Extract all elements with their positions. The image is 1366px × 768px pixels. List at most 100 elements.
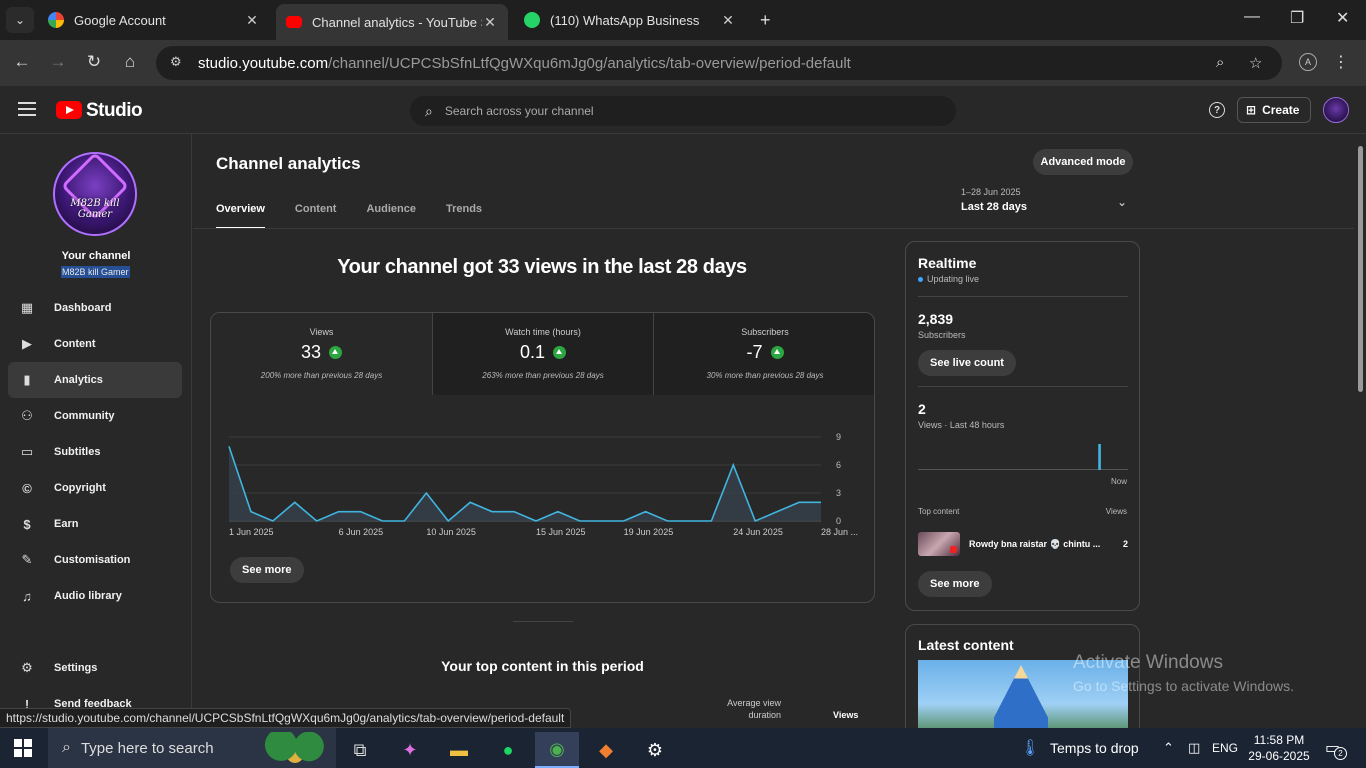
channel-name[interactable]: M82B kill Gamer <box>61 266 130 278</box>
x-tick-label: 15 Jun 2025 <box>536 527 586 537</box>
site-settings-icon[interactable]: ⚙ <box>170 54 188 72</box>
tab-channel-analytics[interactable]: Channel analytics - YouTube Studio ✕ <box>276 4 508 40</box>
channel-search[interactable]: ⌕ <box>410 96 956 126</box>
create-label: Create <box>1262 103 1300 117</box>
tab-overview[interactable]: Overview <box>216 203 265 229</box>
tab-content[interactable]: Content <box>295 203 337 229</box>
copyright-icon: © <box>22 480 32 496</box>
search-input[interactable] <box>444 104 925 118</box>
tab-google-account[interactable]: Google Account ✕ <box>38 4 270 36</box>
top-content-label: Top content <box>918 507 960 516</box>
your-channel-label: Your channel <box>61 250 131 262</box>
column-views[interactable]: Views <box>833 710 858 720</box>
metric-comparison: 200% more than previous 28 days <box>260 371 383 380</box>
search-icon: ⌕ <box>425 102 433 119</box>
video-views: 2 <box>1122 539 1128 549</box>
tab-search-menu-button[interactable]: ⌄ <box>6 7 34 33</box>
latest-content-title: Latest content <box>918 637 1014 653</box>
close-tab-icon[interactable]: ✕ <box>720 12 736 29</box>
y-tick-label: 3 <box>836 488 841 498</box>
home-icon[interactable]: ⌂ <box>119 52 141 72</box>
address-bar[interactable]: ⚙ studio.youtube.com/channel/UCPCSbSfnLt… <box>156 46 1282 80</box>
language-indicator[interactable]: ENG <box>1212 741 1238 755</box>
camera-icon[interactable]: ◫ <box>1188 740 1200 756</box>
new-tab-button[interactable]: + <box>760 10 771 31</box>
chrome-icon[interactable]: ◉ <box>535 732 579 768</box>
sidebar-item-audio-library[interactable]: ♫ Audio library <box>8 578 182 614</box>
sidebar-item-customisation[interactable]: ✎ Customisation <box>8 542 182 578</box>
restore-icon[interactable]: ❐ <box>1290 8 1304 28</box>
file-explorer-icon[interactable]: ▬ <box>437 732 481 768</box>
content-icon: ▶ <box>22 336 32 351</box>
minimize-icon[interactable]: — <box>1244 8 1260 26</box>
settings-gear-icon: ⚙ <box>21 660 33 675</box>
sidebar-item-settings[interactable]: ⚙ Settings <box>8 650 182 686</box>
windows-start-icon[interactable] <box>14 739 32 757</box>
close-window-icon[interactable]: ✕ <box>1336 8 1349 28</box>
zoom-icon[interactable]: ⌕ <box>1216 54 1224 71</box>
sidebar-item-copyright[interactable]: © Copyright <box>8 470 182 506</box>
sidebar-item-dashboard[interactable]: ▦ Dashboard <box>8 290 182 326</box>
metric-value: -7 <box>746 342 763 362</box>
realtime-see-more-button[interactable]: See more <box>918 571 992 597</box>
create-video-icon: ⊞ <box>1246 103 1257 117</box>
taskbar-search[interactable]: ⌕ Type here to search <box>48 728 336 768</box>
studio-logo-text[interactable]: Studio <box>86 100 143 122</box>
chevron-down-icon: ⌄ <box>1116 195 1127 209</box>
copilot-icon[interactable]: ✦ <box>388 732 432 768</box>
thermometer-icon[interactable]: 🌡 <box>1020 738 1040 758</box>
weather-text[interactable]: Temps to drop <box>1050 740 1139 756</box>
sidebar-item-community[interactable]: ⚇ Community <box>8 398 182 434</box>
help-icon[interactable]: ? <box>1209 102 1225 118</box>
see-more-button[interactable]: See more <box>230 557 304 583</box>
realtime-bars-svg <box>1098 444 1101 470</box>
back-icon[interactable]: ← <box>11 52 33 72</box>
activate-windows-watermark: Activate Windows Go to Settings to activ… <box>1073 652 1294 694</box>
system-clock[interactable]: 11:58 PM 29-06-2025 <box>1248 732 1310 764</box>
close-tab-icon[interactable]: ✕ <box>482 14 498 31</box>
hamburger-menu-icon[interactable] <box>18 102 36 120</box>
create-button[interactable]: ⊞ Create <box>1237 97 1311 123</box>
tab-trends[interactable]: Trends <box>446 203 482 229</box>
tab-whatsapp-business[interactable]: (110) WhatsApp Business ✕ <box>514 4 746 36</box>
close-tab-icon[interactable]: ✕ <box>244 12 260 29</box>
column-average-view-duration[interactable]: Average view duration <box>713 697 781 721</box>
browser-menu-icon[interactable]: ⋮ <box>1333 52 1349 72</box>
metric-watch-time[interactable]: Watch time (hours) 0.1 263% more than pr… <box>432 313 653 395</box>
top-content-row[interactable]: Rowdy bna raistar 💀 chintu ... 2 <box>918 532 1128 556</box>
bookmark-star-icon[interactable]: ☆ <box>1249 54 1262 72</box>
channel-avatar[interactable]: M82B kill Gamer <box>53 152 137 236</box>
sidebar-item-content[interactable]: ▶ Content <box>8 326 182 362</box>
sidebar-item-analytics[interactable]: ▮ Analytics <box>8 362 182 398</box>
sidebar-item-label: Copyright <box>54 482 106 494</box>
metric-subscribers[interactable]: Subscribers -7 30% more than previous 28… <box>653 313 874 395</box>
metric-label: Views <box>309 327 334 337</box>
metric-views[interactable]: Views 33 200% more than previous 28 days <box>211 313 432 395</box>
reload-icon[interactable]: ↻ <box>83 52 105 72</box>
analytics-headline: Your channel got 33 views in the last 28… <box>337 256 747 278</box>
tab-audience[interactable]: Audience <box>366 203 416 229</box>
sidebar-item-label: Analytics <box>54 374 103 386</box>
fl-studio-icon[interactable]: ◆ <box>584 732 628 768</box>
show-hidden-icons-icon[interactable]: ⌃ <box>1163 740 1174 756</box>
advanced-mode-button[interactable]: Advanced mode <box>1033 149 1133 175</box>
account-avatar[interactable] <box>1323 97 1349 123</box>
x-tick-label: 10 Jun 2025 <box>426 527 476 537</box>
top-content-title: Your top content in this period <box>441 658 644 674</box>
page-scrollbar[interactable] <box>1354 134 1366 728</box>
task-view-icon[interactable]: ⧉ <box>338 732 382 768</box>
views-chart[interactable]: 0 3 6 9 1 Jun 2025 6 Jun 2025 10 Jun 2025 15 Ju… <box>211 395 874 555</box>
realtime-views-chart[interactable] <box>918 438 1128 470</box>
sidebar-item-subtitles[interactable]: ▭ Subtitles <box>8 434 182 470</box>
profile-avatar[interactable]: A <box>1299 53 1317 71</box>
sidebar-item-earn[interactable]: $ Earn <box>8 506 182 542</box>
settings-app-icon[interactable]: ⚙ <box>633 732 677 768</box>
youtube-logo-icon[interactable] <box>56 101 82 119</box>
see-live-count-button[interactable]: See live count <box>918 350 1016 376</box>
whatsapp-icon <box>524 12 540 28</box>
scrollbar-thumb[interactable] <box>1358 146 1363 392</box>
spotify-icon[interactable]: ● <box>486 732 530 768</box>
y-tick-label: 9 <box>836 432 841 442</box>
forward-icon[interactable]: → <box>47 52 69 72</box>
period-selector[interactable]: 1–28 Jun 2025 Last 28 days ⌄ <box>961 187 1137 213</box>
